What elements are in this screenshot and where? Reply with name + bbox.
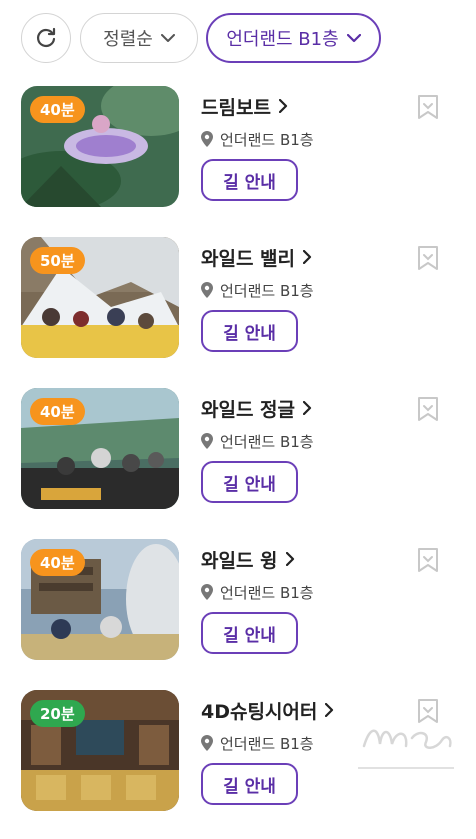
location-pin-icon: [201, 584, 213, 600]
attraction-thumbnail[interactable]: 20분: [21, 690, 179, 811]
attraction-title-link[interactable]: 드림보트: [201, 92, 288, 120]
attraction-title-link[interactable]: 와일드 밸리: [201, 243, 312, 271]
list-item: 40분 와일드 윙 언더랜드 B1층 길 안내: [0, 537, 476, 688]
wait-time-badge: 40분: [30, 549, 85, 576]
wait-time-badge: 50분: [30, 247, 85, 274]
list-item: 50분 와일드 밸리 언더랜드 B1층 길 안내: [0, 235, 476, 386]
wait-time-badge: 40분: [30, 398, 85, 425]
location-text: 언더랜드 B1층: [220, 583, 314, 602]
filter-bar: 정렬순 언더랜드 B1층: [0, 0, 476, 78]
directions-button[interactable]: 길 안내: [201, 763, 298, 805]
location-row: 언더랜드 B1층: [201, 128, 314, 150]
attraction-title: 와일드 윙: [201, 549, 278, 572]
sort-label: 정렬순: [103, 29, 153, 50]
location-row: 언더랜드 B1층: [201, 732, 314, 754]
refresh-button[interactable]: [21, 13, 71, 63]
chevron-right-icon: [285, 552, 294, 566]
attraction-title-link[interactable]: 4D슈팅시어터: [201, 696, 334, 724]
attraction-title-link[interactable]: 와일드 윙: [201, 545, 295, 573]
refresh-icon: [36, 27, 56, 48]
attraction-thumbnail[interactable]: 40분: [21, 86, 179, 207]
location-pin-icon: [201, 735, 213, 751]
chevron-down-icon: [160, 33, 175, 42]
attraction-title: 드림보트: [201, 96, 271, 119]
wait-time-badge: 20분: [30, 700, 85, 727]
location-row: 언더랜드 B1층: [201, 430, 314, 452]
attraction-title: 와일드 정글: [201, 398, 296, 421]
bookmark-icon[interactable]: [416, 396, 440, 422]
chevron-right-icon: [278, 99, 288, 113]
chevron-right-icon: [325, 703, 334, 717]
attraction-thumbnail[interactable]: 50분: [21, 237, 179, 358]
directions-button[interactable]: 길 안내: [201, 159, 298, 201]
attraction-thumbnail[interactable]: 40분: [21, 388, 179, 509]
location-text: 언더랜드 B1층: [220, 432, 314, 451]
list-item: 40분 와일드 정글 언더랜드 B1층 길 안내: [0, 386, 476, 537]
attraction-title-link[interactable]: 와일드 정글: [201, 394, 312, 422]
chevron-right-icon: [303, 401, 312, 415]
chevron-right-icon: [303, 250, 312, 264]
attraction-thumbnail[interactable]: 40분: [21, 539, 179, 660]
location-row: 언더랜드 B1층: [201, 581, 314, 603]
bookmark-icon[interactable]: [416, 547, 440, 573]
location-pin-icon: [201, 131, 213, 147]
location-text: 언더랜드 B1층: [220, 734, 314, 753]
chevron-down-icon: [346, 33, 361, 42]
attraction-title: 와일드 밸리: [201, 247, 296, 270]
location-pin-icon: [201, 282, 213, 298]
list-item: 40분 드림보트 언더랜드 B1층 길 안내: [0, 84, 476, 235]
directions-button[interactable]: 길 안내: [201, 461, 298, 503]
watermark-logo: [358, 729, 454, 769]
bookmark-icon[interactable]: [416, 245, 440, 271]
location-text: 언더랜드 B1층: [220, 130, 314, 149]
directions-button[interactable]: 길 안내: [201, 310, 298, 352]
wait-time-badge: 40분: [30, 96, 85, 123]
location-text: 언더랜드 B1층: [220, 281, 314, 300]
attraction-title: 4D슈팅시어터: [201, 700, 318, 723]
sort-dropdown[interactable]: 정렬순: [80, 13, 198, 63]
directions-button[interactable]: 길 안내: [201, 612, 298, 654]
location-row: 언더랜드 B1층: [201, 279, 314, 301]
floor-label: 언더랜드 B1층: [226, 29, 339, 50]
bookmark-icon[interactable]: [416, 94, 440, 120]
location-pin-icon: [201, 433, 213, 449]
floor-dropdown[interactable]: 언더랜드 B1층: [206, 13, 381, 63]
